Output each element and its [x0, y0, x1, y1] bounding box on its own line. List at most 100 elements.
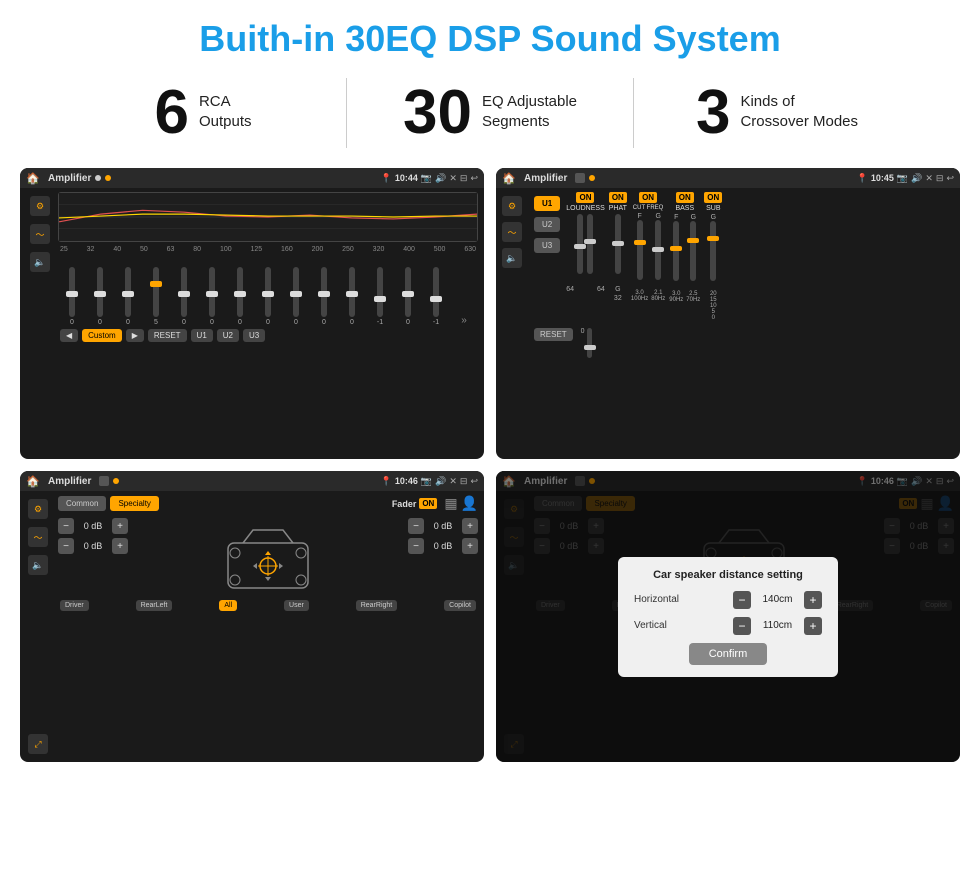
eq-play-btn[interactable]: ▶: [126, 329, 144, 342]
home-icon-1: 🏠: [26, 171, 40, 185]
rearleft-btn[interactable]: RearLeft: [136, 600, 173, 611]
screens-grid: 🏠 Amplifier 📍 10:44 📷 🔊 ✕ ⊟ ↩ ⚙ 〜: [0, 162, 980, 772]
arrow-left[interactable]: [253, 563, 257, 569]
freq-80: 80: [193, 246, 201, 253]
bass-channel: ON BASS F 3.0 90Hz: [669, 192, 700, 321]
amplifier-title-1: Amplifier: [48, 173, 91, 184]
slider-track-10[interactable]: [321, 267, 327, 317]
slider-track-9[interactable]: [293, 267, 299, 317]
eq-custom-btn[interactable]: Custom: [82, 329, 122, 342]
eq-filter-icon[interactable]: ⚙: [30, 196, 50, 216]
fader-filter-icon[interactable]: ⚙: [28, 499, 48, 519]
rearright-btn[interactable]: RearRight: [356, 600, 398, 611]
freq-50: 50: [140, 246, 148, 253]
slider-track-7[interactable]: [237, 267, 243, 317]
eq-u1-btn[interactable]: U1: [191, 329, 213, 342]
fader-label-area: Fader ON ▦ 👤: [392, 495, 478, 512]
back-icon-2: ↩: [946, 173, 954, 184]
horizontal-value: 140cm: [755, 594, 800, 605]
slider-track-1[interactable]: [69, 267, 75, 317]
crossover-filter-icon[interactable]: ⚙: [502, 196, 522, 216]
user-btn[interactable]: User: [284, 600, 309, 611]
all-btn[interactable]: All: [219, 600, 237, 611]
vertical-row: Vertical − 110cm +: [634, 617, 822, 635]
horizontal-minus-btn[interactable]: −: [733, 591, 751, 609]
driver-btn[interactable]: Driver: [60, 600, 89, 611]
eq-slider-1: 0: [60, 267, 84, 326]
vol3-minus-btn[interactable]: −: [408, 518, 424, 534]
vertical-label: Vertical: [634, 620, 694, 631]
eq-u3-btn[interactable]: U3: [243, 329, 265, 342]
vol4-plus-btn[interactable]: +: [462, 538, 478, 554]
vol1-minus-btn[interactable]: −: [58, 518, 74, 534]
vol1-plus-btn[interactable]: +: [112, 518, 128, 534]
slider-track-2[interactable]: [97, 267, 103, 317]
vertical-control: − 110cm +: [733, 617, 822, 635]
stat-eq: 30 EQ AdjustableSegments: [347, 82, 633, 144]
slider-track-13[interactable]: [405, 267, 411, 317]
time-2: 10:45: [871, 173, 894, 183]
fader-wave-icon[interactable]: 〜: [28, 527, 48, 547]
eq-wave-icon[interactable]: 〜: [30, 224, 50, 244]
freq-500: 500: [434, 246, 446, 253]
eq-speaker-icon[interactable]: 🔈: [30, 252, 50, 272]
freq-25: 25: [60, 246, 68, 253]
crossover-wave-icon[interactable]: 〜: [502, 222, 522, 242]
u3-preset-btn[interactable]: U3: [534, 238, 560, 253]
vol-row-3: − 0 dB +: [408, 518, 478, 534]
vol2-minus-btn[interactable]: −: [58, 538, 74, 554]
sub-sliders: G 20 15 10 5 0: [710, 214, 717, 321]
vol3-plus-btn[interactable]: +: [462, 518, 478, 534]
horizontal-plus-btn[interactable]: +: [804, 591, 822, 609]
slider-track-14[interactable]: [433, 267, 439, 317]
crossover-screen-card: 🏠 Amplifier 📍 10:45 📷 🔊 ✕ ⊟ ↩ ⚙ 〜: [496, 168, 960, 459]
eq-main-area: 25 32 40 50 63 80 100 125 160 200 250 32…: [58, 192, 478, 455]
fader-icon: ▦: [444, 495, 457, 512]
slider-track-6[interactable]: [209, 267, 215, 317]
speaker-rl: [230, 575, 240, 585]
vol4-minus-btn[interactable]: −: [408, 538, 424, 554]
specialty-tab-btn[interactable]: Specialty: [110, 496, 158, 511]
fader-left-controls: − 0 dB + − 0 dB +: [58, 518, 194, 598]
eq-u2-btn[interactable]: U2: [217, 329, 239, 342]
status-square-icon: [575, 173, 585, 183]
eq-expand[interactable]: »: [452, 315, 476, 326]
dialog-overlay: Car speaker distance setting Horizontal …: [496, 471, 960, 762]
copilot-btn[interactable]: Copilot: [444, 600, 476, 611]
stat-eq-number: 30: [403, 82, 472, 144]
home-icon-3: 🏠: [26, 474, 40, 488]
eq-slider-10: 0: [312, 267, 336, 326]
u1-preset-btn[interactable]: U1: [534, 196, 560, 211]
eq-slider-3: 0: [116, 267, 140, 326]
slider-track-11[interactable]: [349, 267, 355, 317]
slider-track-5[interactable]: [181, 267, 187, 317]
bass-label: BASS: [675, 205, 694, 212]
u2-preset-btn[interactable]: U2: [534, 217, 560, 232]
common-tab-btn[interactable]: Common: [58, 496, 106, 511]
eq-reset-btn[interactable]: RESET: [148, 329, 187, 342]
slider-track-3[interactable]: [125, 267, 131, 317]
confirm-btn[interactable]: Confirm: [689, 643, 768, 665]
eq-slider-14: -1: [424, 267, 448, 326]
home-icon-2: 🏠: [502, 171, 516, 185]
crossover-speaker-icon[interactable]: 🔈: [502, 248, 522, 268]
eq-prev-btn[interactable]: ◀: [60, 329, 78, 342]
vertical-minus-btn[interactable]: −: [733, 617, 751, 635]
arrow-up[interactable]: [265, 551, 271, 555]
slider-track-4[interactable]: [153, 267, 159, 317]
status-dot-1: [95, 175, 101, 181]
bottom-slider[interactable]: [587, 328, 592, 358]
vertical-plus-btn[interactable]: +: [804, 617, 822, 635]
vol2-plus-btn[interactable]: +: [112, 538, 128, 554]
fader-speaker-icon[interactable]: 🔈: [28, 555, 48, 575]
eq-freq-labels: 25 32 40 50 63 80 100 125 160 200 250 32…: [58, 246, 478, 253]
status-dot-2: [589, 175, 595, 181]
slider-track-12[interactable]: [377, 267, 383, 317]
crossover-reset-btn[interactable]: RESET: [534, 328, 573, 341]
fader-expand-icon[interactable]: ⤢: [28, 734, 48, 754]
arrow-down[interactable]: [265, 577, 271, 581]
loudness-values: 64 64: [566, 286, 605, 293]
fader-top-row: Common Specialty Fader ON ▦ 👤: [58, 495, 478, 512]
arrow-right[interactable]: [279, 563, 283, 569]
slider-track-8[interactable]: [265, 267, 271, 317]
